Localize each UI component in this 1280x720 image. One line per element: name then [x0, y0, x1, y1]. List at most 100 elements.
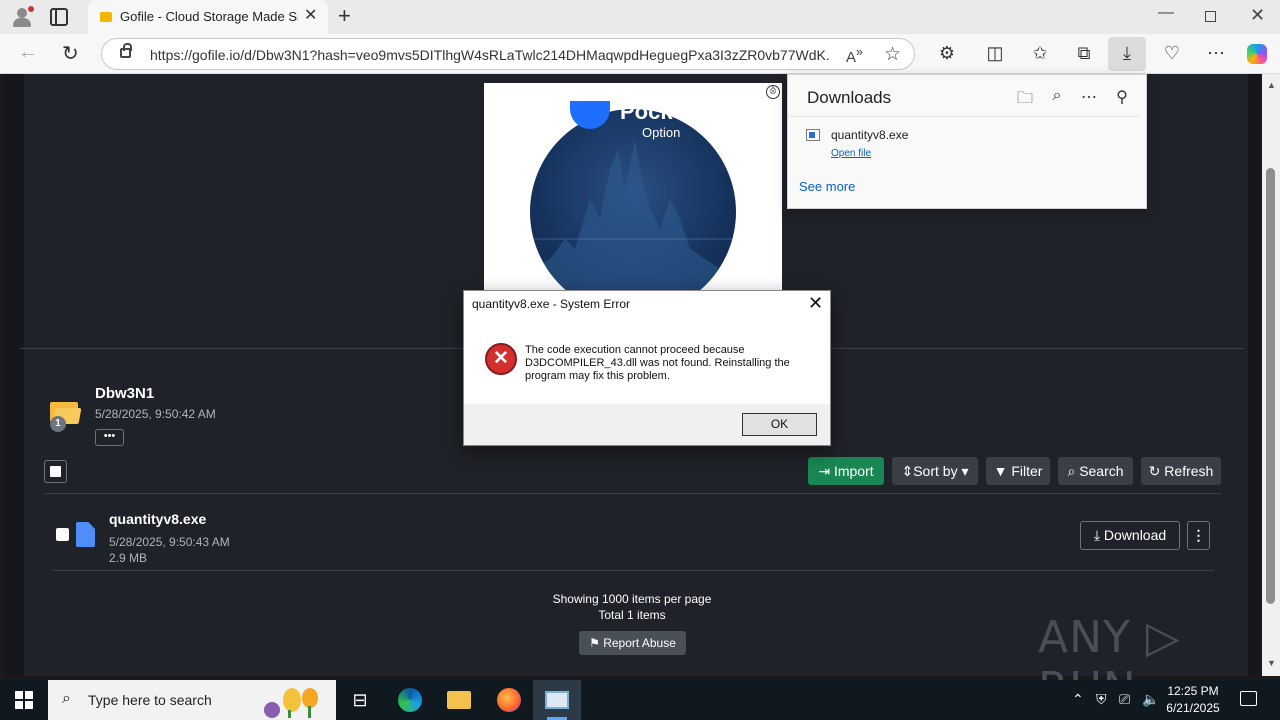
minimize-icon[interactable]: —: [1158, 4, 1174, 22]
back-arrow-icon[interactable]: ←: [18, 41, 38, 64]
select-all-checkbox[interactable]: [44, 460, 67, 483]
error-window-taskbar-icon[interactable]: [533, 680, 581, 720]
folder-more-button[interactable]: •••: [95, 429, 124, 446]
taskbar: ⌕ Type here to search ⊟ ⌃ ⛨ ⎚ 🔈 12:25 PM…: [0, 680, 1280, 720]
refresh-label: Refresh: [1164, 463, 1214, 479]
lock-icon[interactable]: [120, 43, 132, 58]
clock-time[interactable]: 12:25 PM: [1160, 684, 1226, 698]
refresh-icon: ↻: [1148, 463, 1165, 479]
tray-chevron-icon[interactable]: ⌃: [1072, 691, 1084, 708]
browser-titlebar: Gofile - Cloud Storage Made Simple ✕ + —…: [0, 0, 1280, 34]
read-aloud-icon[interactable]: A»: [846, 45, 863, 66]
url-text[interactable]: https://gofile.io/d/Dbw3N1?hash=veo9mvs5…: [150, 47, 830, 63]
page-scrollbar[interactable]: ▲ ▼: [1262, 74, 1280, 676]
tab-actions-icon[interactable]: [50, 8, 68, 26]
refresh-button[interactable]: ↻ Refresh: [1141, 457, 1221, 485]
task-view-icon[interactable]: ⊟: [336, 680, 384, 720]
caret-down-icon: ▾: [957, 463, 969, 479]
scroll-up-icon[interactable]: ▲: [1267, 80, 1276, 90]
total-items-text: Total 1 items: [598, 608, 666, 622]
search-button[interactable]: ⌕ Search: [1058, 457, 1133, 485]
exe-file-icon: [806, 129, 820, 141]
more-options-icon[interactable]: ⋯: [1079, 87, 1099, 107]
downloads-button[interactable]: ⤓: [1108, 37, 1146, 71]
firefox-icon[interactable]: [485, 680, 533, 720]
search-icon: ⌕: [62, 690, 71, 707]
open-file-link[interactable]: Open file: [831, 148, 871, 159]
refresh-icon[interactable]: ↻: [62, 41, 79, 66]
sort-icon: ⇕: [901, 463, 914, 479]
split-screen-icon[interactable]: ◫: [984, 43, 1006, 63]
favorites-icon[interactable]: ✩: [1029, 43, 1051, 63]
folder-date: 5/28/2025, 9:50:42 AM: [95, 407, 216, 421]
downloaded-file-name[interactable]: quantityv8.exe: [831, 128, 908, 142]
copilot-icon[interactable]: [1247, 44, 1267, 64]
list-divider: [44, 493, 1221, 494]
dialog-message: The code execution cannot proceed becaus…: [525, 344, 790, 382]
file-size: 2.9 MB: [109, 551, 148, 565]
address-bar[interactable]: https://gofile.io/d/Dbw3N1?hash=veo9mvs5…: [101, 38, 915, 70]
browser-navbar: ← ↻ https://gofile.io/d/Dbw3N1?hash=veo9…: [0, 34, 1280, 74]
ad-chart-image: [530, 109, 736, 291]
security-tray-icon[interactable]: ⛨: [1096, 691, 1107, 708]
row-divider: [52, 570, 1214, 571]
open-folder-icon[interactable]: 🗀: [1015, 87, 1035, 114]
search-downloads-icon[interactable]: ⌕: [1047, 87, 1067, 105]
ad-choices-icon[interactable]: ⨶: [766, 85, 780, 99]
folder-name: Dbw3N1: [95, 385, 155, 402]
import-icon: ⇥: [818, 463, 834, 479]
ok-button[interactable]: OK: [742, 413, 817, 436]
download-label: Download: [1103, 527, 1167, 543]
browser-tab[interactable]: Gofile - Cloud Storage Made Simple ✕: [88, 0, 328, 34]
gofile-favicon-icon: [100, 12, 112, 22]
pin-icon[interactable]: ⚲: [1112, 87, 1132, 107]
profile-icon[interactable]: [10, 6, 34, 28]
folder-item-count-badge: 1: [50, 416, 66, 432]
browser-essentials-icon[interactable]: ♡: [1161, 43, 1183, 63]
system-error-dialog: quantityv8.exe - System Error ✕ ✕ The co…: [463, 290, 831, 446]
ad-subtitle: Option: [642, 125, 681, 140]
file-row-checkbox[interactable]: [56, 528, 69, 541]
advertisement[interactable]: Pock Option ⨶: [484, 83, 782, 291]
scroll-thumb[interactable]: [1266, 168, 1275, 604]
filter-icon: ▼: [993, 463, 1012, 479]
ad-brand: Pock: [620, 99, 673, 124]
maximize-icon[interactable]: [1205, 11, 1216, 22]
import-button[interactable]: ⇥ Import: [808, 457, 884, 485]
tab-close-icon[interactable]: ✕: [304, 8, 317, 24]
dialog-close-icon[interactable]: ✕: [808, 293, 823, 313]
collections-icon[interactable]: ⧉: [1073, 43, 1095, 63]
search-icon: ⌕: [1067, 463, 1080, 479]
new-tab-icon[interactable]: +: [338, 4, 351, 28]
window-close-icon[interactable]: ✕: [1250, 5, 1265, 26]
report-abuse-button[interactable]: ⚑ Report Abuse: [579, 631, 686, 655]
downloads-flyout: Downloads 🗀 ⌕ ⋯ ⚲ quantityv8.exe Open fi…: [787, 74, 1147, 209]
downloads-divider: [788, 116, 1140, 117]
network-icon[interactable]: ⎚: [1119, 691, 1130, 708]
report-abuse-label: Report Abuse: [603, 636, 676, 650]
search-label: Search: [1079, 463, 1124, 479]
file-menu-icon[interactable]: ⋮: [1187, 521, 1210, 550]
favorite-star-icon[interactable]: ☆: [884, 43, 901, 66]
file-name-link[interactable]: quantityv8.exe: [109, 511, 206, 527]
edge-browser-icon[interactable]: [386, 680, 434, 720]
file-explorer-icon[interactable]: [435, 680, 483, 720]
sort-by-button[interactable]: ⇕Sort by ▾: [892, 457, 978, 485]
volume-icon[interactable]: 🔈: [1142, 691, 1159, 708]
filter-label: Filter: [1011, 463, 1043, 479]
tab-title: Gofile - Cloud Storage Made Simple: [120, 9, 298, 24]
downloads-title: Downloads: [807, 88, 892, 107]
clock-date[interactable]: 6/21/2025: [1160, 701, 1226, 715]
flag-icon: ⚑: [589, 636, 604, 650]
settings-more-icon[interactable]: ⋯: [1205, 43, 1227, 63]
file-date: 5/28/2025, 9:50:43 AM: [109, 535, 230, 549]
search-highlight-flowers-icon: [264, 688, 318, 718]
download-button[interactable]: ⤓ Download: [1080, 521, 1180, 550]
filter-button[interactable]: ▼ Filter: [986, 457, 1050, 485]
extensions-icon[interactable]: ⚙: [936, 43, 958, 63]
download-arrow-icon: ⤓: [1123, 43, 1131, 63]
windows-start-icon[interactable]: [15, 691, 33, 709]
error-icon: ✕: [485, 343, 517, 375]
notification-icon[interactable]: [1240, 691, 1257, 706]
see-more-link[interactable]: See more: [799, 179, 855, 194]
